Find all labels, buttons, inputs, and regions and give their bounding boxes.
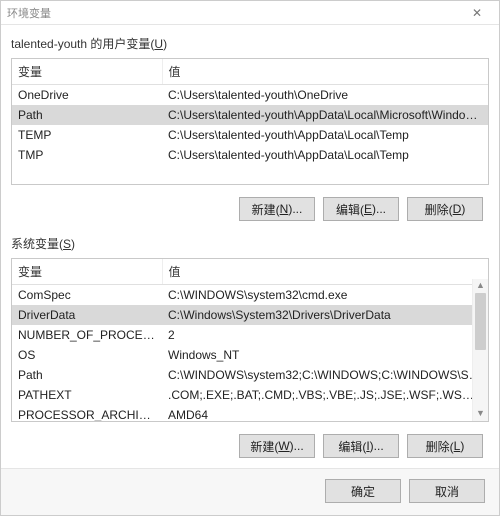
- var-value-cell: C:\Users\talented-youth\AppData\Local\Mi…: [162, 105, 488, 125]
- var-value-cell: AMD64: [162, 405, 488, 421]
- dialog-footer: 确定 取消: [1, 468, 499, 515]
- var-value-cell: Windows_NT: [162, 345, 488, 365]
- col-value[interactable]: 值: [162, 259, 488, 285]
- table-row[interactable]: PROCESSOR_ARCHITECTAMD64: [12, 405, 488, 421]
- col-name[interactable]: 变量: [12, 259, 162, 285]
- scroll-track[interactable]: [473, 293, 488, 407]
- table-row[interactable]: ComSpecC:\WINDOWS\system32\cmd.exe: [12, 285, 488, 306]
- system-vars-table: 变量 值 ComSpecC:\WINDOWS\system32\cmd.exeD…: [12, 259, 488, 421]
- system-scrollbar[interactable]: ▲ ▼: [472, 279, 488, 421]
- var-name-cell: NUMBER_OF_PROCESSORS: [12, 325, 162, 345]
- col-value[interactable]: 值: [162, 59, 488, 85]
- user-edit-button[interactable]: 编辑(E)...: [323, 197, 399, 221]
- var-name-cell: TMP: [12, 145, 162, 165]
- user-delete-button[interactable]: 删除(D): [407, 197, 483, 221]
- system-edit-button[interactable]: 编辑(I)...: [323, 434, 399, 458]
- var-value-cell: C:\Users\talented-youth\AppData\Local\Te…: [162, 125, 488, 145]
- var-value-cell: C:\WINDOWS\system32;C:\WINDOWS;C:\WINDOW…: [162, 365, 488, 385]
- system-vars-buttons: 新建(W)... 编辑(I)... 删除(L): [11, 426, 489, 464]
- user-vars-panel: 变量 值 OneDriveC:\Users\talented-youth\One…: [11, 58, 489, 185]
- var-name-cell: Path: [12, 105, 162, 125]
- system-vars-panel: 变量 值 ComSpecC:\WINDOWS\system32\cmd.exeD…: [11, 258, 489, 422]
- table-row[interactable]: PathC:\WINDOWS\system32;C:\WINDOWS;C:\WI…: [12, 365, 488, 385]
- table-row[interactable]: TMPC:\Users\talented-youth\AppData\Local…: [12, 145, 488, 165]
- var-value-cell: 2: [162, 325, 488, 345]
- titlebar: 环境变量 ✕: [1, 1, 499, 25]
- col-name[interactable]: 变量: [12, 59, 162, 85]
- var-name-cell: PATHEXT: [12, 385, 162, 405]
- user-vars-label: talented-youth 的用户变量(U): [11, 35, 489, 52]
- table-row[interactable]: OneDriveC:\Users\talented-youth\OneDrive: [12, 85, 488, 106]
- var-name-cell: OS: [12, 345, 162, 365]
- table-row[interactable]: OSWindows_NT: [12, 345, 488, 365]
- table-row[interactable]: NUMBER_OF_PROCESSORS2: [12, 325, 488, 345]
- user-vars-table-wrap[interactable]: 变量 值 OneDriveC:\Users\talented-youth\One…: [12, 59, 488, 184]
- table-row[interactable]: PATHEXT.COM;.EXE;.BAT;.CMD;.VBS;.VBE;.JS…: [12, 385, 488, 405]
- var-value-cell: .COM;.EXE;.BAT;.CMD;.VBS;.VBE;.JS;.JSE;.…: [162, 385, 488, 405]
- system-vars-label: 系统变量(S): [11, 235, 489, 252]
- content-area: talented-youth 的用户变量(U) 变量 值 OneDriveC:\…: [1, 25, 499, 468]
- system-vars-table-wrap[interactable]: 变量 值 ComSpecC:\WINDOWS\system32\cmd.exeD…: [12, 259, 488, 421]
- table-row[interactable]: TEMPC:\Users\talented-youth\AppData\Loca…: [12, 125, 488, 145]
- window-title: 环境变量: [7, 5, 461, 21]
- table-row[interactable]: DriverDataC:\Windows\System32\Drivers\Dr…: [12, 305, 488, 325]
- system-new-button[interactable]: 新建(W)...: [239, 434, 315, 458]
- system-delete-button[interactable]: 删除(L): [407, 434, 483, 458]
- close-icon[interactable]: ✕: [461, 6, 493, 20]
- var-name-cell: Path: [12, 365, 162, 385]
- ok-button[interactable]: 确定: [325, 479, 401, 503]
- scroll-up-icon[interactable]: ▲: [473, 279, 488, 293]
- var-value-cell: C:\Windows\System32\Drivers\DriverData: [162, 305, 488, 325]
- scroll-thumb[interactable]: [475, 293, 486, 350]
- table-row[interactable]: PathC:\Users\talented-youth\AppData\Loca…: [12, 105, 488, 125]
- user-vars-buttons: 新建(N)... 编辑(E)... 删除(D): [11, 189, 489, 227]
- cancel-button[interactable]: 取消: [409, 479, 485, 503]
- var-name-cell: DriverData: [12, 305, 162, 325]
- scroll-down-icon[interactable]: ▼: [473, 407, 488, 421]
- var-name-cell: PROCESSOR_ARCHITECT: [12, 405, 162, 421]
- var-value-cell: C:\Users\talented-youth\OneDrive: [162, 85, 488, 106]
- env-variables-dialog: 环境变量 ✕ talented-youth 的用户变量(U) 变量 值 OneD…: [0, 0, 500, 516]
- var-value-cell: C:\WINDOWS\system32\cmd.exe: [162, 285, 488, 306]
- user-vars-table: 变量 值 OneDriveC:\Users\talented-youth\One…: [12, 59, 488, 165]
- var-name-cell: TEMP: [12, 125, 162, 145]
- var-value-cell: C:\Users\talented-youth\AppData\Local\Te…: [162, 145, 488, 165]
- user-new-button[interactable]: 新建(N)...: [239, 197, 315, 221]
- var-name-cell: ComSpec: [12, 285, 162, 306]
- var-name-cell: OneDrive: [12, 85, 162, 106]
